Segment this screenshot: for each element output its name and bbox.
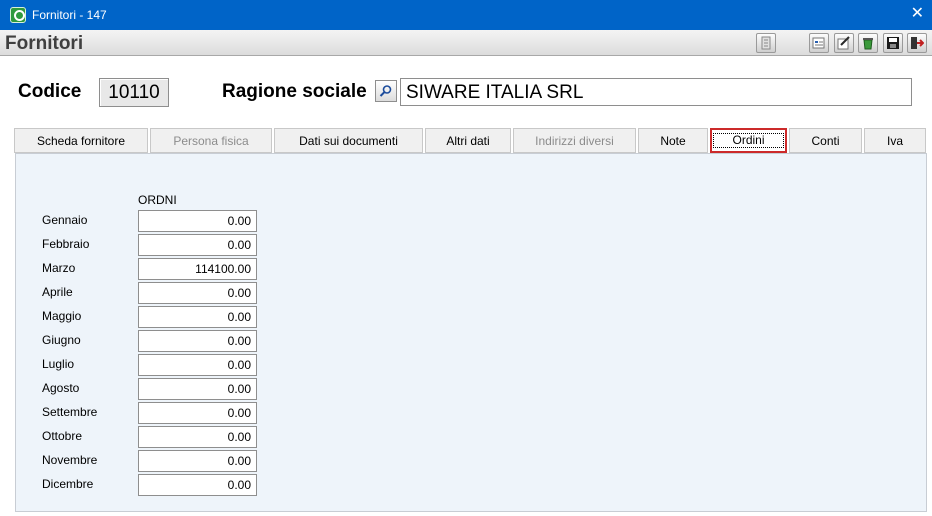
search-button[interactable]	[375, 80, 397, 102]
month-label-febbraio: Febbraio	[42, 237, 90, 251]
tab-indirizzi-diversi[interactable]: Indirizzi diversi	[513, 128, 636, 153]
form-header: Fornitori	[0, 30, 932, 56]
month-label-agosto: Agosto	[42, 381, 80, 395]
month-value-maggio[interactable]: 0.00	[138, 306, 257, 328]
close-icon[interactable]: ✕	[911, 5, 924, 23]
month-label-ottobre: Ottobre	[42, 429, 83, 443]
codice-label: Codice	[18, 81, 82, 102]
search-icon	[379, 85, 392, 97]
month-label-settembre: Settembre	[42, 405, 98, 419]
month-value-novembre[interactable]: 0.00	[138, 450, 257, 472]
window-titlebar[interactable]: Fornitori - 147 ✕	[0, 0, 932, 30]
month-value-ottobre[interactable]: 0.00	[138, 426, 257, 448]
tab-altri-dati[interactable]: Altri dati	[425, 128, 511, 153]
window-title: Fornitori - 147	[32, 8, 107, 22]
month-label-gennaio: Gennaio	[42, 213, 88, 227]
month-value-aprile[interactable]: 0.00	[138, 282, 257, 304]
app-logo-icon	[10, 7, 26, 23]
month-value-giugno[interactable]: 0.00	[138, 330, 257, 352]
exit-icon[interactable]	[907, 33, 927, 53]
recycle-icon[interactable]	[858, 33, 878, 53]
tab-ordini[interactable]: Ordini	[710, 128, 787, 153]
month-label-novembre: Novembre	[42, 453, 98, 467]
ragione-sociale-field[interactable]: SIWARE ITALIA SRL	[400, 78, 912, 106]
month-value-settembre[interactable]: 0.00	[138, 402, 257, 424]
month-label-marzo: Marzo	[42, 261, 76, 275]
tab-ordini-label: Ordini	[713, 133, 784, 148]
month-label-dicembre: Dicembre	[42, 477, 94, 491]
month-label-maggio: Maggio	[42, 309, 82, 323]
ragione-sociale-label: Ragione sociale	[222, 81, 367, 102]
tab-conti[interactable]: Conti	[789, 128, 862, 153]
ordini-column-header: ORDNI	[138, 193, 177, 207]
codice-field[interactable]: 10110	[99, 78, 169, 107]
edit-icon[interactable]	[834, 33, 854, 53]
document-icon[interactable]	[756, 33, 776, 53]
month-value-febbraio[interactable]: 0.00	[138, 234, 257, 256]
tab-persona-fisica[interactable]: Persona fisica	[150, 128, 272, 153]
tab-iva[interactable]: Iva	[864, 128, 926, 153]
save-icon[interactable]	[883, 33, 903, 53]
month-label-luglio: Luglio	[42, 357, 75, 371]
month-label-aprile: Aprile	[42, 285, 73, 299]
tab-note[interactable]: Note	[638, 128, 708, 153]
month-label-giugno: Giugno	[42, 333, 81, 347]
month-value-agosto[interactable]: 0.00	[138, 378, 257, 400]
month-value-gennaio[interactable]: 0.00	[138, 210, 257, 232]
month-value-dicembre[interactable]: 0.00	[138, 474, 257, 496]
tab-scheda-fornitore[interactable]: Scheda fornitore	[14, 128, 148, 153]
month-value-marzo[interactable]: 114100.00	[138, 258, 257, 280]
report-icon[interactable]	[809, 33, 829, 53]
form-title: Fornitori	[5, 33, 84, 54]
month-value-luglio[interactable]: 0.00	[138, 354, 257, 376]
tab-dati-sui-documenti[interactable]: Dati sui documenti	[274, 128, 423, 153]
